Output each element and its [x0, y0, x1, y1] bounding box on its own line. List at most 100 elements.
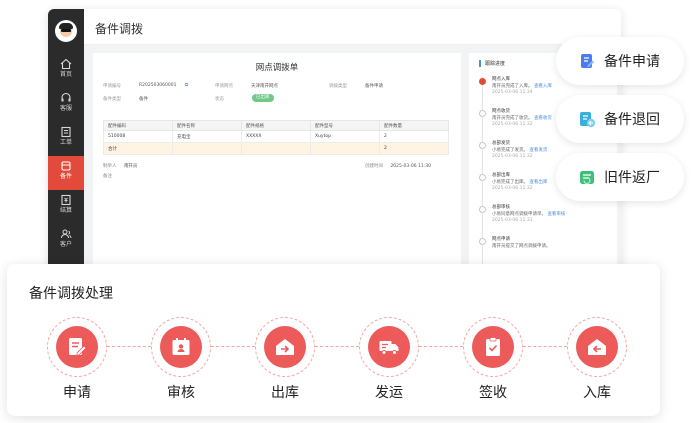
- step-connector: [315, 346, 359, 347]
- table-cell: XXXXX: [241, 130, 311, 143]
- timeline-node: [479, 238, 486, 245]
- users-icon: [61, 229, 72, 239]
- column-header: 配件编码: [103, 120, 173, 131]
- view-link[interactable]: 查看出库: [529, 180, 547, 185]
- home-icon: [60, 58, 72, 70]
- step-connector: [419, 346, 463, 347]
- parts-apply-button[interactable]: 备件申请: [556, 37, 684, 85]
- sidebar: 首页 客服 工单 备件 结算 客户: [48, 9, 84, 279]
- timeline-entry: 网点申请 南开员提交了网点调拨申请。: [492, 237, 551, 249]
- table-total-row: 合计 2: [103, 142, 449, 155]
- factory-return-icon: [580, 171, 594, 185]
- field-label: 状态: [215, 97, 224, 102]
- step-connector: [523, 346, 567, 347]
- parts-table: 配件编码 配件名称 配件规格 配件型号 配件数量 510008 充电宝 XXXX…: [103, 120, 449, 155]
- return-icon: [580, 112, 596, 128]
- step-sign-receipt[interactable]: 签收: [463, 317, 523, 401]
- part-type: 备件: [139, 97, 148, 102]
- table-cell: 2: [379, 130, 449, 143]
- ticket-icon: [61, 126, 71, 138]
- timeline-entry: 总部审核 小易同意网点调拨申请单。 查看审核 2025-03-06 11:31: [492, 205, 566, 223]
- apply-icon: [581, 54, 594, 68]
- sidebar-item-home[interactable]: 首页: [48, 54, 84, 88]
- creator-label: 制单人: [103, 164, 117, 169]
- quick-action-label: 备件退回: [604, 112, 660, 128]
- copy-icon[interactable]: ⧉: [185, 82, 188, 88]
- old-parts-return-button[interactable]: 旧件返厂: [556, 153, 684, 201]
- column-header: 配件名称: [172, 120, 242, 131]
- truck-icon: [379, 341, 399, 355]
- creator-row: 制单人 南开员: [103, 163, 137, 169]
- step-label: 申请: [63, 385, 91, 401]
- step-label: 发运: [375, 385, 403, 401]
- created-time: 2025-03-06 11:30: [390, 164, 431, 169]
- settlement-icon: [61, 194, 71, 206]
- timeline-node: [479, 78, 486, 85]
- tracking-title: 跟踪进度: [479, 60, 505, 67]
- created-time-row: 创建时间 2025-03-06 11:30: [365, 163, 431, 169]
- outbound-icon: [276, 339, 294, 355]
- column-header: 配件规格: [241, 120, 311, 131]
- step-shipping[interactable]: 发运: [359, 317, 419, 401]
- sidebar-item-parts[interactable]: 备件: [48, 156, 84, 190]
- table-cell: Xuytop: [310, 130, 380, 143]
- app-window: 首页 客服 工单 备件 结算 客户 备件调拨 网点调拨单 申请编号 R20250…: [48, 9, 621, 279]
- step-label: 审核: [167, 385, 195, 401]
- creator-value: 南开员: [123, 164, 138, 169]
- step-apply[interactable]: 申请: [47, 317, 107, 401]
- parts-return-button[interactable]: 备件退回: [556, 95, 684, 143]
- apply-form-icon: [69, 338, 87, 356]
- table-header-row: 配件编码 配件名称 配件规格 配件型号 配件数量: [103, 120, 449, 131]
- quick-action-label: 旧件返厂: [604, 170, 660, 186]
- sidebar-item-label: 结算: [59, 207, 72, 214]
- box-icon: [61, 161, 71, 171]
- step-inbound[interactable]: 入库: [567, 317, 627, 401]
- sidebar-item-label: 工单: [59, 139, 72, 146]
- created-label: 创建时间: [365, 164, 383, 169]
- timeline-node: [479, 142, 486, 149]
- view-link[interactable]: 查看收货: [534, 116, 552, 121]
- top-bar: 备件调拨: [84, 9, 621, 45]
- field-label: 申请网点: [215, 84, 233, 89]
- quick-action-label: 备件申请: [604, 54, 660, 70]
- sidebar-item-label: 首页: [59, 71, 72, 78]
- step-label: 签收: [479, 385, 507, 401]
- table-cell: 充电宝: [172, 130, 242, 143]
- table-cell: 510008: [103, 130, 173, 143]
- sidebar-item-label: 备件: [59, 173, 72, 180]
- applicant-branch: 天津南开网点: [251, 84, 278, 89]
- avatar[interactable]: [55, 20, 77, 42]
- field-row-1: 申请编号 R202503060001 ⧉ 申请网点 天津南开网点 调拨类型 备件…: [103, 83, 453, 91]
- table-row: 510008 充电宝 XXXXX Xuytop 2: [103, 130, 449, 143]
- document-title: 网点调拨单: [255, 63, 299, 73]
- field-row-2: 备件类型 备件 状态: [103, 96, 453, 104]
- sidebar-item-customers[interactable]: 客户: [48, 224, 84, 258]
- step-review[interactable]: 审核: [151, 317, 211, 401]
- application-number: R202503060001: [139, 83, 177, 88]
- timeline-node: [479, 110, 486, 117]
- sidebar-item-settlement[interactable]: 结算: [48, 190, 84, 224]
- sidebar-item-label: 客户: [59, 241, 72, 248]
- inbound-icon: [588, 339, 606, 355]
- field-label: 申请编号: [103, 84, 121, 89]
- timeline-node: [479, 174, 486, 181]
- transfer-type: 备件申请: [365, 84, 383, 89]
- sidebar-item-tickets[interactable]: 工单: [48, 122, 84, 156]
- sidebar-item-label: 客服: [59, 105, 72, 112]
- process-card: 备件调拨处理 申请 审核 出库 发运 签收 入库: [7, 264, 660, 416]
- view-link[interactable]: 查看入库: [534, 84, 552, 89]
- headset-icon: [61, 92, 71, 102]
- view-link[interactable]: 查看审核: [547, 212, 565, 217]
- view-link[interactable]: 查看发货: [529, 148, 547, 153]
- column-header: 配件型号: [310, 120, 380, 131]
- step-outbound[interactable]: 出库: [255, 317, 315, 401]
- field-label: 调拨类型: [329, 84, 347, 89]
- step-label: 入库: [583, 385, 611, 401]
- step-connector: [107, 346, 151, 347]
- step-connector: [211, 346, 255, 347]
- status-badge: 已出库: [252, 94, 274, 102]
- field-label: 备件类型: [103, 97, 121, 102]
- process-title: 备件调拨处理: [29, 286, 113, 302]
- column-header: 配件数量: [379, 120, 449, 131]
- sidebar-item-service[interactable]: 客服: [48, 88, 84, 122]
